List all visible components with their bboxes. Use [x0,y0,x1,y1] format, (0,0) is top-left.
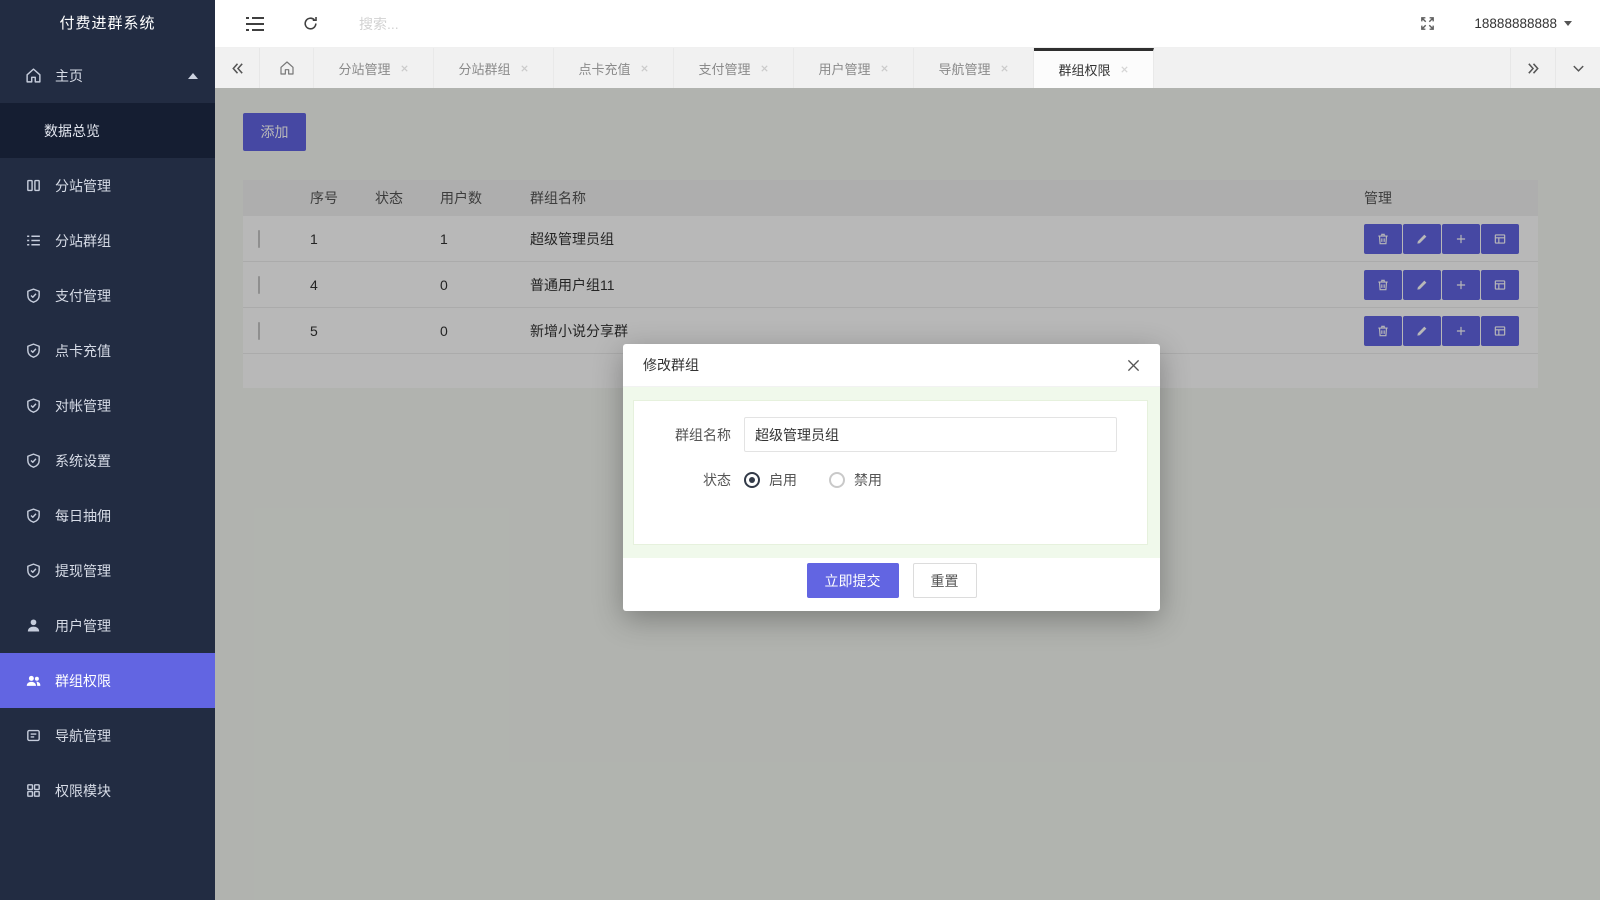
sidebar-item-label: 权限模块 [55,781,111,801]
home-icon [25,67,42,84]
modal-title: 修改群组 [643,355,699,375]
close-icon[interactable] [520,64,529,73]
tabbar-spacer [1154,48,1510,88]
sidebar-item-label: 系统设置 [55,451,111,471]
modal-body: 群组名称 状态 启用 禁用 [623,387,1160,558]
tab-label: 点卡充值 [578,59,630,78]
tab-user-mgmt[interactable]: 用户管理 [794,48,914,88]
grid-icon [25,782,42,799]
status-label: 状态 [634,470,744,490]
app-title: 付费进群系统 [0,0,215,48]
tabs-menu-button[interactable] [1555,48,1600,88]
sidebar-item-label: 提现管理 [55,561,111,581]
sidebar-item-reconciliation[interactable]: 对帐管理 [0,378,215,433]
close-icon[interactable] [640,64,649,73]
tab-group-permissions[interactable]: 群组权限 [1034,48,1154,88]
submit-button[interactable]: 立即提交 [807,563,899,598]
user-menu[interactable]: 18888888888 [1474,16,1572,31]
sidebar: 付费进群系统 主页 数据总览 分站管理 分站群组 支付管理 点卡充值 [0,0,215,900]
sidebar-item-label: 每日抽佣 [55,506,111,526]
sidebar-item-data-overview[interactable]: 数据总览 [0,103,215,158]
close-icon[interactable] [760,64,769,73]
sidebar-item-label: 用户管理 [55,616,111,636]
sidebar-item-label: 群组权限 [55,671,111,691]
tab-label: 分站管理 [338,59,390,78]
users-icon [25,672,42,689]
collapse-arrow-icon [188,73,198,79]
sidebar-item-home[interactable]: 主页 [0,48,215,103]
tab-nav-mgmt[interactable]: 导航管理 [914,48,1034,88]
sidebar-item-label: 导航管理 [55,726,111,746]
topbar-right: 18888888888 [1419,15,1600,32]
radio-unselected-icon [829,472,845,488]
tab-label: 导航管理 [938,59,990,78]
close-icon[interactable] [1000,64,1009,73]
shield-check-icon [25,507,42,524]
shield-check-icon [25,452,42,469]
sidebar-item-withdrawal-mgmt[interactable]: 提现管理 [0,543,215,598]
modal-footer: 立即提交 重置 [623,558,1160,611]
menu-toggle-icon[interactable] [245,16,265,32]
sidebar-item-label: 分站管理 [55,176,111,196]
sidebar-item-nav-mgmt[interactable]: 导航管理 [0,708,215,763]
user-icon [25,617,42,634]
shield-check-icon [25,287,42,304]
radio-enabled[interactable]: 启用 [744,470,797,490]
sidebar-item-system-settings[interactable]: 系统设置 [0,433,215,488]
tab-label: 用户管理 [818,59,870,78]
radio-disabled-label: 禁用 [854,470,882,490]
list-icon [25,232,42,249]
shield-check-icon [25,562,42,579]
sidebar-item-daily-commission[interactable]: 每日抽佣 [0,488,215,543]
search-input[interactable] [359,16,579,32]
tab-label: 支付管理 [698,59,750,78]
close-icon[interactable] [1120,65,1129,74]
group-name-label: 群组名称 [634,425,744,445]
radio-enabled-label: 启用 [769,470,797,490]
shield-check-icon [25,397,42,414]
sidebar-item-label: 分站群组 [55,231,111,251]
username-text: 18888888888 [1474,16,1557,31]
sidebar-item-payment-mgmt[interactable]: 支付管理 [0,268,215,323]
topbar: 18888888888 [215,0,1600,48]
reset-button[interactable]: 重置 [913,563,977,598]
sidebar-item-user-mgmt[interactable]: 用户管理 [0,598,215,653]
modal-header: 修改群组 [623,344,1160,387]
radio-disabled[interactable]: 禁用 [829,470,882,490]
tab-substation-groups[interactable]: 分站群组 [434,48,554,88]
edit-group-modal: 修改群组 群组名称 状态 启用 [623,344,1160,611]
sidebar-item-substation-mgmt[interactable]: 分站管理 [0,158,215,213]
tab-label: 群组权限 [1058,60,1110,79]
sidebar-item-group-permissions[interactable]: 群组权限 [0,653,215,708]
refresh-icon[interactable] [302,15,319,32]
columns-icon [25,177,42,194]
caret-down-icon [1564,21,1572,26]
tab-substation-mgmt[interactable]: 分站管理 [314,48,434,88]
sidebar-item-label: 数据总览 [44,121,100,141]
tab-payment-mgmt[interactable]: 支付管理 [674,48,794,88]
fullscreen-icon[interactable] [1419,15,1436,32]
tab-label: 分站群组 [458,59,510,78]
close-icon[interactable] [400,64,409,73]
tabbar: 分站管理 分站群组 点卡充值 支付管理 用户管理 导航管理 群组权限 [215,48,1600,88]
sidebar-item-label: 支付管理 [55,286,111,306]
tabs-scroll-left-button[interactable] [215,48,260,88]
sidebar-item-label: 主页 [55,66,83,86]
close-icon[interactable] [880,64,889,73]
sidebar-item-label: 对帐管理 [55,396,111,416]
shield-check-icon [25,342,42,359]
tab-card-recharge[interactable]: 点卡充值 [554,48,674,88]
sidebar-item-label: 点卡充值 [55,341,111,361]
nav-icon [25,727,42,744]
sidebar-item-substation-groups[interactable]: 分站群组 [0,213,215,268]
group-name-field[interactable] [744,417,1117,452]
sidebar-item-card-recharge[interactable]: 点卡充值 [0,323,215,378]
tabs-scroll-right-button[interactable] [1510,48,1555,88]
radio-selected-icon [744,472,760,488]
sidebar-item-permission-module[interactable]: 权限模块 [0,763,215,818]
content-area: 添加 序号 状态 用户数 群组名称 管理 1 1 超级管理员组 [215,88,1600,900]
tab-home[interactable] [260,48,314,88]
form-panel: 群组名称 状态 启用 禁用 [633,400,1148,545]
close-icon[interactable] [1127,359,1140,372]
